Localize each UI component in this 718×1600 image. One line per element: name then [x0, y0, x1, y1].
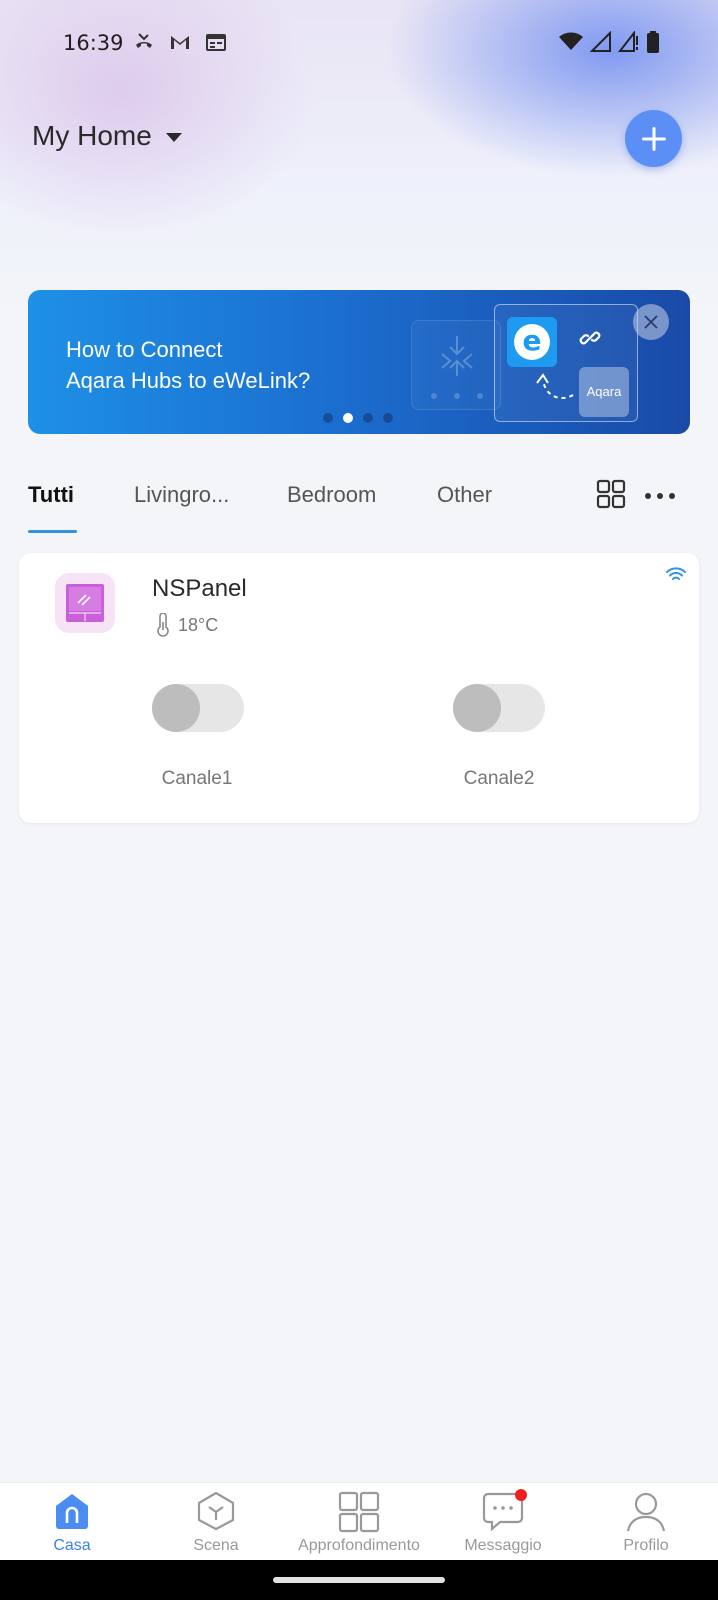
plus-icon — [641, 126, 666, 151]
pagination-dot — [323, 413, 333, 423]
nav-label-profilo: Profilo — [623, 1537, 669, 1554]
signal-alert-icon — [618, 31, 638, 52]
link-icon — [579, 331, 601, 345]
nav-approfondimento[interactable]: Approfondimento — [287, 1483, 431, 1561]
nav-label-scena: Scena — [193, 1537, 239, 1554]
grid-view-icon[interactable] — [596, 479, 626, 509]
status-bar: 16:39 — [0, 0, 718, 86]
pagination-dot — [383, 413, 393, 423]
nav-casa[interactable]: Casa — [0, 1483, 144, 1561]
wifi-icon — [559, 32, 583, 50]
banner-line-1: How to Connect — [66, 337, 223, 362]
pagination-dot — [363, 413, 373, 423]
banner-text: How to Connect Aqara Hubs to eWeLink? — [66, 334, 310, 396]
aqara-logo: Aqara — [579, 367, 629, 417]
ewelink-logo: e — [507, 317, 557, 367]
gmail-icon — [171, 36, 189, 49]
nav-label-approfondimento: Approfondimento — [298, 1537, 420, 1554]
home-title: My Home — [32, 120, 152, 151]
status-icons-right — [558, 30, 660, 54]
profile-icon — [626, 1492, 666, 1532]
nav-label-casa: Casa — [53, 1537, 91, 1554]
nspanel-icon — [66, 584, 104, 622]
nav-label-messaggio: Messaggio — [464, 1537, 542, 1554]
grid-icon — [338, 1491, 380, 1533]
tab-bedroom[interactable]: Bedroom — [287, 482, 376, 508]
tab-livingroom[interactable]: Livingro... — [134, 482, 229, 508]
nav-scena[interactable]: Scena — [144, 1483, 288, 1561]
more-options-icon[interactable] — [645, 493, 675, 499]
home-gesture-pill[interactable] — [273, 1577, 445, 1583]
status-time: 16:39 — [63, 31, 124, 55]
nav-messaggio[interactable]: Messaggio — [431, 1483, 575, 1561]
caret-down-icon — [165, 132, 182, 142]
channel-2-toggle[interactable] — [453, 684, 545, 732]
temperature-value: 18°C — [178, 614, 219, 635]
bottom-navigation: Casa Scena Approfondimento Messaggio Pro… — [0, 1482, 718, 1560]
tab-other[interactable]: Other — [437, 482, 492, 508]
status-icons-left — [132, 30, 228, 54]
promo-banner[interactable]: How to Connect Aqara Hubs to eWeLink? e — [28, 290, 690, 434]
battery-icon — [647, 31, 659, 53]
channel-1-label: Canale1 — [161, 768, 233, 789]
home-icon — [56, 1494, 88, 1529]
calendar-icon — [206, 34, 226, 51]
message-badge — [515, 1489, 527, 1501]
device-name: NSPanel — [152, 575, 247, 602]
banner-close-button[interactable] — [633, 304, 669, 340]
toggle-knob — [152, 684, 200, 732]
hub-ghost-illustration — [411, 320, 501, 410]
thermometer-icon — [157, 613, 169, 637]
channel-1-toggle[interactable] — [152, 684, 244, 732]
channel-2-label: Canale2 — [463, 768, 535, 789]
toggle-knob — [453, 684, 501, 732]
pagination-dot-active — [343, 413, 353, 423]
nav-profilo[interactable]: Profilo — [574, 1483, 718, 1561]
home-selector[interactable]: My Home — [32, 120, 182, 152]
hub-illustration-icon — [431, 336, 483, 399]
device-card[interactable]: NSPanel 18°C Canale1 Canale2 — [19, 553, 699, 823]
nspanel-device-icon — [55, 573, 115, 633]
tab-tutti[interactable]: Tutti — [28, 482, 74, 508]
missed-call-icon — [136, 33, 152, 48]
room-tabs: Tutti Livingro... Bedroom Other — [0, 455, 718, 535]
device-temperature: 18°C — [156, 613, 218, 637]
banner-line-2: Aqara Hubs to eWeLink? — [66, 368, 311, 393]
active-tab-indicator — [28, 530, 77, 533]
banner-pagination — [323, 413, 393, 423]
system-gesture-bar — [0, 1560, 718, 1600]
close-icon — [644, 315, 658, 329]
signal-icon — [590, 31, 611, 52]
add-device-button[interactable] — [625, 110, 682, 167]
scene-cube-icon — [197, 1491, 235, 1531]
dashed-arrow-icon — [536, 373, 574, 399]
device-wifi-icon — [666, 567, 686, 580]
integration-illustration: e Aqara — [494, 304, 638, 422]
